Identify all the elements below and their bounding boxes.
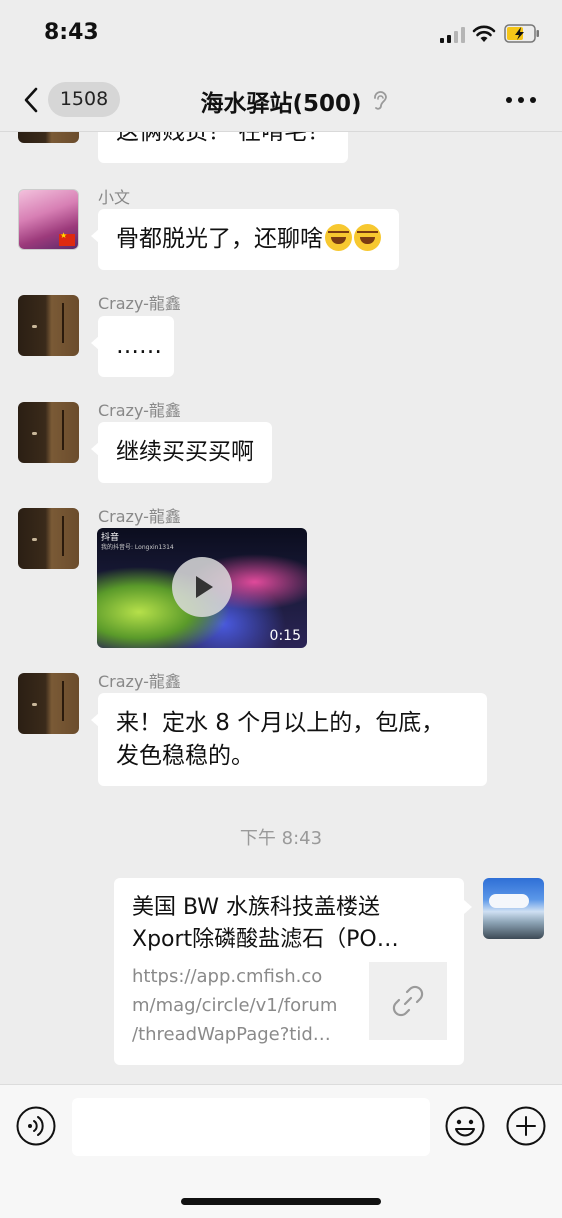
play-icon[interactable]	[172, 557, 232, 617]
more-options-icon[interactable]	[505, 96, 537, 104]
sender-name: Crazy-龍鑫	[98, 672, 181, 691]
smiley-icon[interactable]	[445, 1106, 485, 1146]
sender-name: 小文	[98, 188, 131, 207]
link-title-line: Xport除磷酸盐滤石（PO…	[132, 927, 399, 952]
message-bubble[interactable]: ……	[91, 316, 174, 377]
unread-count-badge[interactable]: 1508	[48, 82, 120, 117]
status-time: 8:43	[44, 20, 99, 45]
message-text: 这俩贱货？ 在啃宅？	[116, 132, 331, 145]
home-indicator	[181, 1198, 381, 1205]
message-text: 骨都脱光了，还聊啥	[116, 226, 323, 252]
video-duration: 0:15	[269, 628, 301, 644]
link-card-url: https://app.cmfish.co m/mag/circle/v1/fo…	[132, 962, 354, 1049]
message-bubble[interactable]: 骨都脱光了，还聊啥	[91, 209, 399, 270]
message-bubble[interactable]: 来！定水 8 个月以上的，包底， 发色稳稳的。	[91, 693, 487, 786]
wifi-icon	[472, 25, 496, 42]
back-chevron-icon[interactable]	[20, 86, 42, 114]
avatar[interactable]	[18, 673, 79, 734]
avatar[interactable]	[18, 295, 79, 356]
voice-icon[interactable]	[16, 1106, 56, 1146]
message-timestamp: 下午 8:43	[239, 828, 323, 849]
link-url-line: https://app.cmfish.co	[132, 966, 323, 987]
video-message-thumbnail[interactable]: 抖音 我的抖音号: Longxin1314 0:15	[97, 528, 307, 648]
status-bar: 8:43	[0, 0, 562, 70]
avatar[interactable]	[18, 132, 79, 143]
signal-icon	[440, 27, 465, 43]
sender-name: Crazy-龍鑫	[98, 507, 181, 526]
input-bar	[0, 1084, 562, 1218]
ear-icon	[374, 91, 387, 110]
battery-charging-icon	[504, 24, 539, 43]
message-bubble[interactable]: 这俩贱货？ 在啃宅？	[98, 132, 349, 163]
sender-name: Crazy-龍鑫	[98, 401, 181, 420]
link-url-line: /threadWapPage?tid…	[132, 1024, 331, 1045]
avatar[interactable]	[18, 189, 79, 250]
avatar[interactable]	[18, 508, 79, 569]
laughing-emoji-icon	[325, 224, 352, 251]
link-card-title: 美国 BW 水族科技盖楼送 Xport除磷酸盐滤石（PO…	[132, 892, 450, 956]
plus-icon[interactable]	[506, 1106, 546, 1146]
message-text: 继续买买买啊	[116, 439, 254, 465]
message-bubble[interactable]: 继续买买买啊	[91, 422, 272, 483]
china-flag-icon	[59, 231, 75, 246]
message-input[interactable]	[72, 1098, 430, 1156]
avatar[interactable]	[18, 402, 79, 463]
self-avatar[interactable]	[483, 878, 544, 939]
laughing-emoji-icon	[354, 224, 381, 251]
video-source-sub: 我的抖音号: Longxin1314	[101, 544, 174, 551]
message-text: ……	[116, 333, 162, 359]
link-thumbnail	[369, 962, 447, 1040]
link-title-line: 美国 BW 水族科技盖楼送	[132, 895, 381, 920]
chat-message-list[interactable]: 这俩贱货？ 在啃宅？ 小文 骨都脱光了，还聊啥 Crazy-龍鑫 …… Craz…	[0, 132, 562, 1084]
link-icon	[392, 985, 424, 1017]
link-url-line: m/mag/circle/v1/forum	[132, 995, 338, 1016]
message-text-line: 发色稳稳的。	[116, 743, 254, 769]
sender-name: Crazy-龍鑫	[98, 294, 181, 313]
message-text-line: 来！定水 8 个月以上的，包底，	[116, 710, 445, 736]
nav-bar: 1508 海水驿站(500)	[0, 70, 562, 132]
link-card-message[interactable]: 美国 BW 水族科技盖楼送 Xport除磷酸盐滤石（PO… https://ap…	[114, 878, 472, 1065]
